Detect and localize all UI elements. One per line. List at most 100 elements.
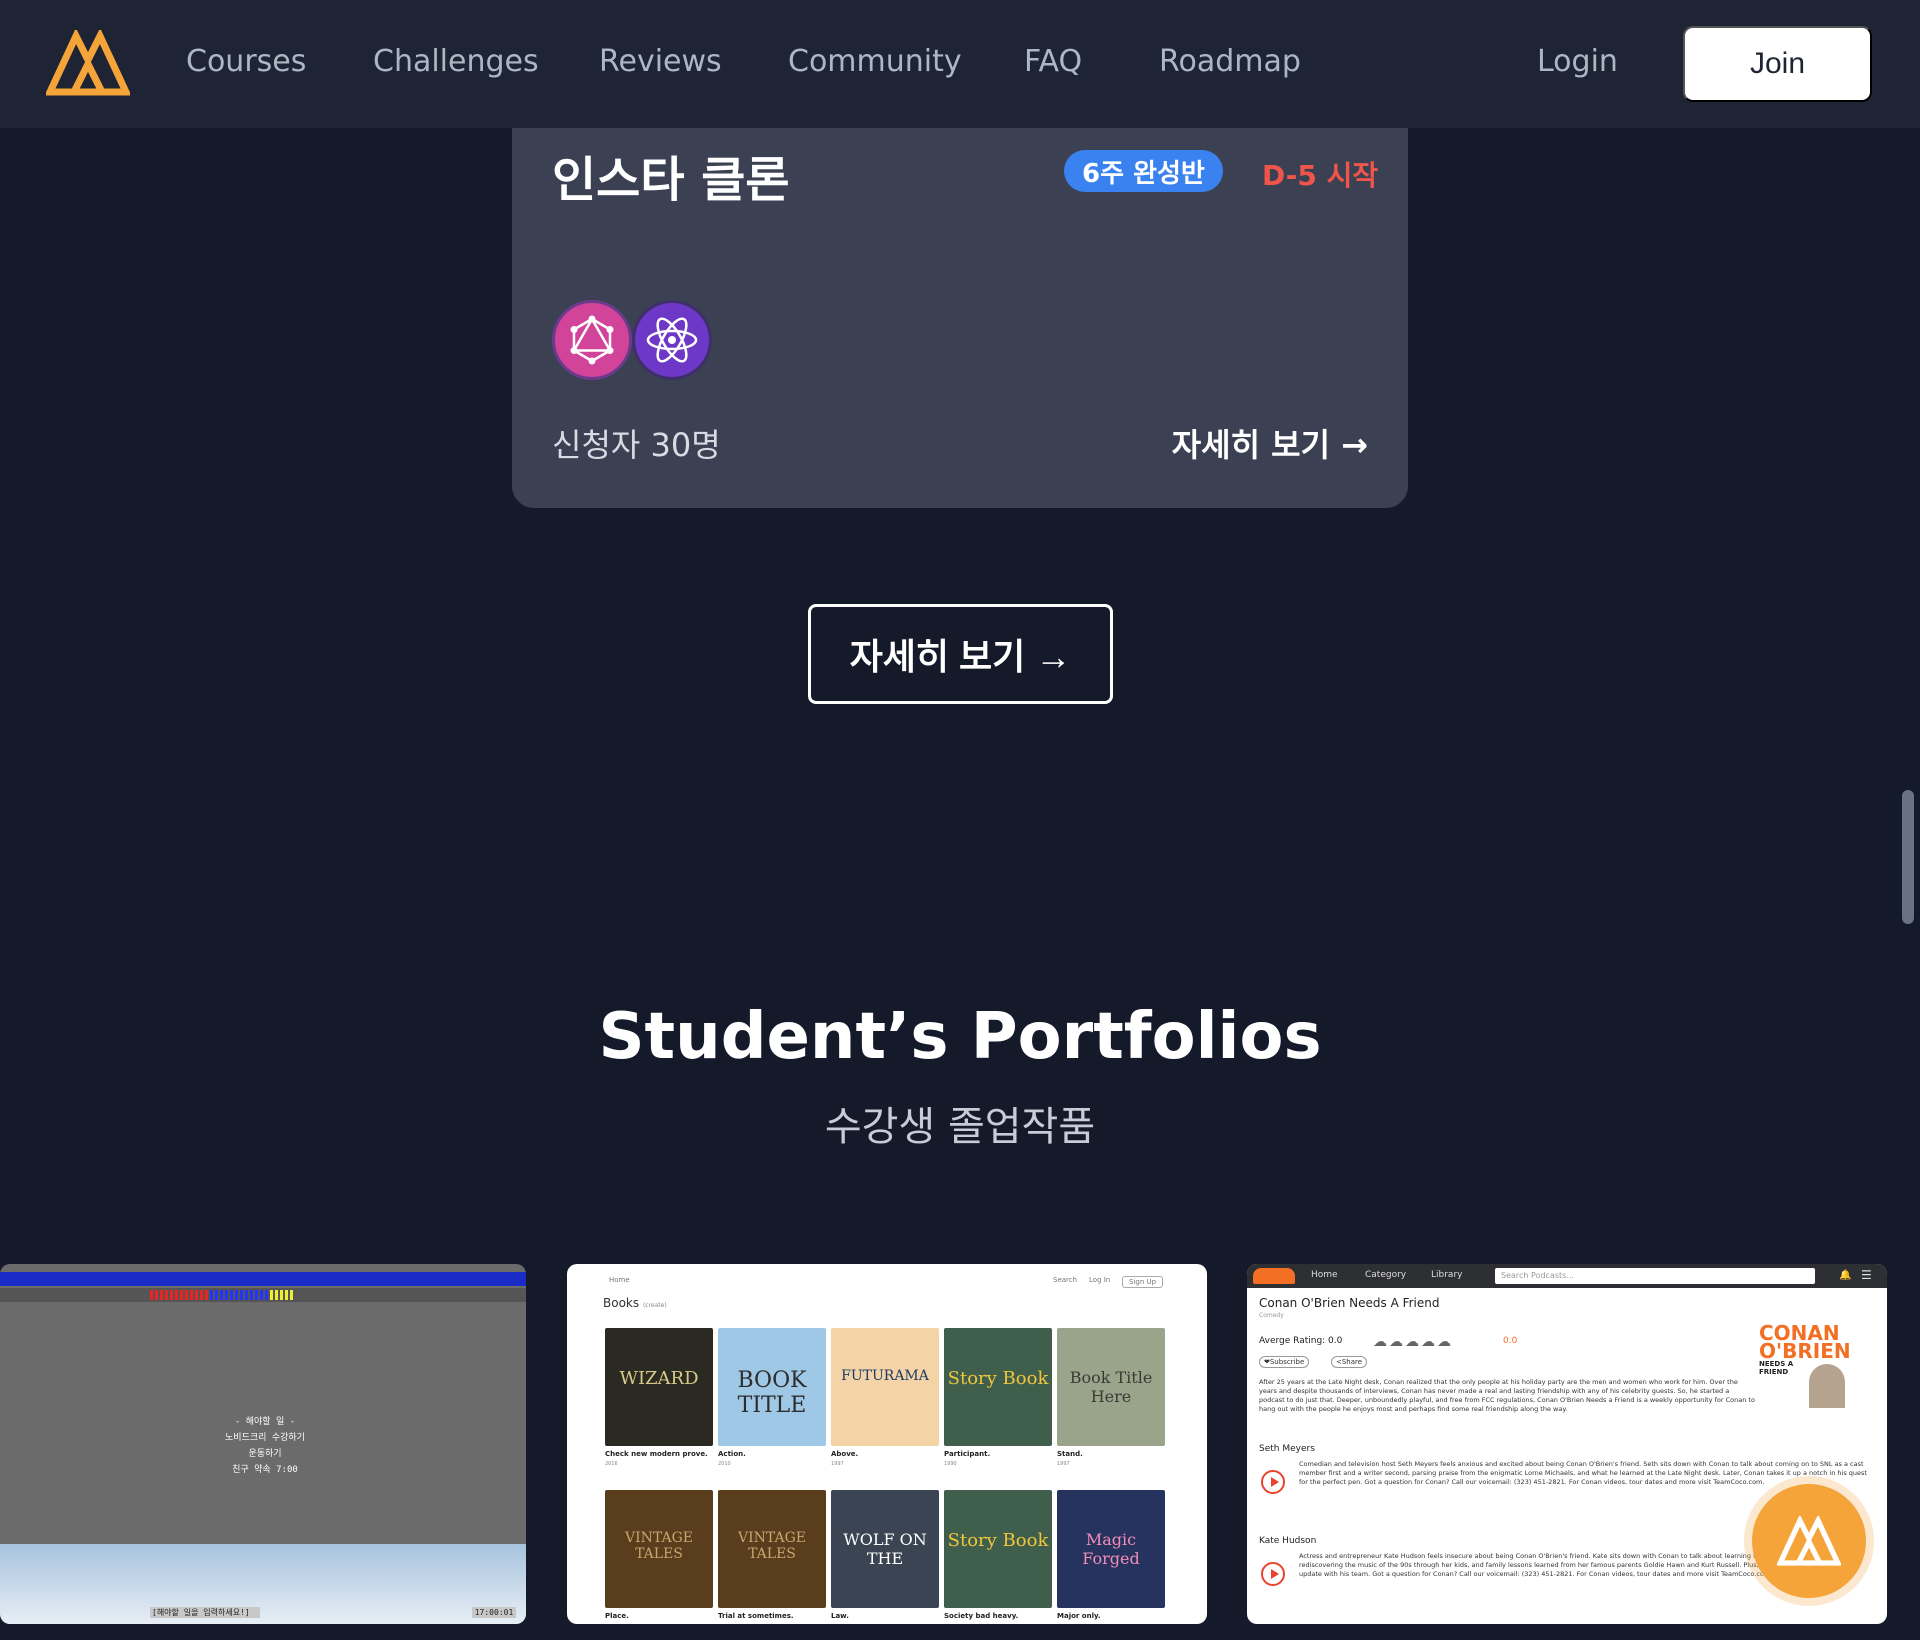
book-year: 1990 — [944, 1461, 957, 1467]
logo-icon[interactable] — [46, 30, 130, 96]
podcast-search: Search Podcasts... — [1495, 1268, 1815, 1284]
book-cover: BOOK TITLE — [718, 1328, 826, 1446]
course-duration-badge: 6주 완성반 — [1064, 150, 1223, 192]
book-year: 1997 — [831, 1461, 844, 1467]
books-nav-home: Home — [609, 1276, 630, 1284]
books-nav-login: Log In — [1089, 1276, 1111, 1284]
login-link[interactable]: Login — [1537, 44, 1618, 79]
course-card[interactable]: 인스타 클론 6주 완성반 D-5 시작 신청자 30명 자세히 보기 → — [512, 128, 1408, 508]
graphql-icon — [552, 300, 632, 380]
book-caption: Participant. — [944, 1450, 991, 1458]
exp-bar — [270, 1290, 294, 1300]
book-cover-title: FUTURAMA — [841, 1368, 929, 1384]
course-dday: D-5 시작 — [1262, 159, 1379, 192]
game-clock: 17:00:01 — [472, 1607, 516, 1618]
podcast-category: Comedy — [1259, 1312, 1284, 1319]
portfolios-subtitle: 수강생 졸업작품 — [824, 1104, 1096, 1150]
episode-name: Kate Hudson — [1259, 1536, 1317, 1546]
chat-launcher-button[interactable] — [1752, 1484, 1866, 1598]
portfolios-title: Student’s Portfolios — [598, 1000, 1322, 1074]
podcast-cover: CONAN O'BRIEN NEEDS A FRIEND — [1759, 1323, 1859, 1408]
game-title-bar — [0, 1272, 526, 1286]
todo-item: 운동하기 — [248, 1449, 282, 1459]
game-ground — [0, 1544, 526, 1624]
book-cover-title: Story Book — [947, 1530, 1049, 1551]
portfolio-card-game[interactable]: - 해야할 일 - 노비드크리 수강하기 운동하기 친구 약속 7:00 [해야… — [0, 1264, 526, 1624]
play-icon — [1261, 1470, 1285, 1494]
book-cover-title: WIZARD — [619, 1368, 699, 1389]
book-cover: Book Title Here — [1057, 1328, 1165, 1446]
nav-roadmap[interactable]: Roadmap — [1159, 44, 1301, 79]
book-cover: VINTAGE TALES — [718, 1490, 826, 1608]
podcast-rating: Averge Rating: 0.0 — [1259, 1336, 1343, 1346]
course-applicants: 신청자 30명 — [552, 426, 721, 464]
book-cover-title: Magic Forged — [1082, 1530, 1140, 1568]
book-caption: Society bad heavy. — [944, 1612, 1019, 1620]
book-cover-title: WOLF ON THE — [843, 1530, 927, 1568]
book-year: 2016 — [605, 1461, 618, 1467]
logo-icon — [1777, 1516, 1841, 1566]
share-button: <Share — [1331, 1356, 1368, 1368]
subscribe-button: ❤Subscribe — [1259, 1356, 1310, 1368]
join-button[interactable]: Join — [1683, 26, 1872, 102]
book-cover-title: VINTAGE TALES — [625, 1530, 693, 1562]
nav-faq[interactable]: FAQ — [1024, 44, 1082, 79]
view-more-button[interactable]: 자세히 보기 → — [808, 604, 1113, 704]
soundcloud-icon — [1253, 1268, 1295, 1284]
todo-input: [해야할 일을 입력하세요!] — [150, 1607, 260, 1618]
book-year: 1997 — [1057, 1461, 1070, 1467]
book-caption: Trial at sometimes. — [718, 1612, 794, 1620]
podcast-nav: Home Category Library Search Podcasts...… — [1247, 1264, 1887, 1288]
book-caption: Check new modern prove. — [605, 1450, 708, 1458]
books-nav: Home Search Log In Sign Up — [567, 1272, 1207, 1292]
book-cover: Magic Forged — [1057, 1490, 1165, 1608]
podcast-title: Conan O'Brien Needs A Friend — [1259, 1296, 1440, 1310]
book-caption: Above. — [831, 1450, 859, 1458]
portfolio-card-books[interactable]: Home Search Log In Sign Up Books (create… — [567, 1264, 1207, 1624]
nav-community[interactable]: Community — [788, 44, 962, 79]
mp-bar — [210, 1290, 270, 1300]
book-cover-title: BOOK TITLE — [737, 1368, 807, 1418]
scrollbar-thumb[interactable] — [1902, 790, 1914, 924]
todo-item: 친구 약속 7:00 — [232, 1465, 298, 1475]
book-cover: WOLF ON THE — [831, 1490, 939, 1608]
book-cover-title: VINTAGE TALES — [738, 1530, 806, 1562]
nav-challenges[interactable]: Challenges — [373, 44, 539, 79]
book-caption: Major only. — [1057, 1612, 1101, 1620]
podcast-nav-library: Library — [1431, 1270, 1463, 1280]
top-nav: Courses Challenges Reviews Community FAQ… — [0, 0, 1920, 128]
todo-item: 노비드크리 수강하기 — [225, 1433, 305, 1443]
books-nav-signup: Sign Up — [1122, 1276, 1164, 1288]
play-icon — [1261, 1562, 1285, 1586]
podcast-score: 0.0 — [1503, 1336, 1518, 1346]
books-nav-search: Search — [1053, 1276, 1078, 1284]
book-cover: VINTAGE TALES — [605, 1490, 713, 1608]
book-cover: Story Book — [944, 1328, 1052, 1446]
rating-clouds-icon: ☁☁☁☁☁ — [1373, 1334, 1453, 1350]
podcast-description: After 25 years at the Late Night desk, C… — [1259, 1378, 1755, 1413]
nav-reviews[interactable]: Reviews — [599, 44, 722, 79]
podcast-nav-category: Category — [1365, 1270, 1407, 1280]
episode-description: Comedian and television host Seth Meyers… — [1299, 1460, 1867, 1486]
book-caption: Action. — [718, 1450, 746, 1458]
book-caption: Place. — [605, 1612, 629, 1620]
book-caption: Law. — [831, 1612, 849, 1620]
nav-courses[interactable]: Courses — [186, 44, 306, 79]
menu-icon: ☰ — [1861, 1268, 1872, 1282]
episode-name: Seth Meyers — [1259, 1444, 1315, 1454]
books-heading: Books (create) — [603, 1296, 667, 1310]
book-year: 2010 — [718, 1461, 731, 1467]
hp-bar — [150, 1290, 210, 1300]
course-title: 인스타 클론 — [552, 152, 790, 208]
book-cover: Story Book — [944, 1490, 1052, 1608]
bell-icon: 🔔 — [1839, 1270, 1852, 1281]
course-detail-link[interactable]: 자세히 보기 → — [1172, 420, 1368, 466]
book-caption: Stand. — [1057, 1450, 1083, 1458]
book-cover: FUTURAMA — [831, 1328, 939, 1446]
todo-heading: - 해야할 일 - — [234, 1417, 296, 1427]
book-cover-title: Story Book — [947, 1368, 1049, 1389]
todo-list: - 해야할 일 - 노비드크리 수강하기 운동하기 친구 약속 7:00 — [150, 1414, 380, 1478]
podcast-nav-home: Home — [1311, 1270, 1338, 1280]
book-cover-title: Book Title Here — [1069, 1368, 1153, 1406]
book-cover: WIZARD — [605, 1328, 713, 1446]
